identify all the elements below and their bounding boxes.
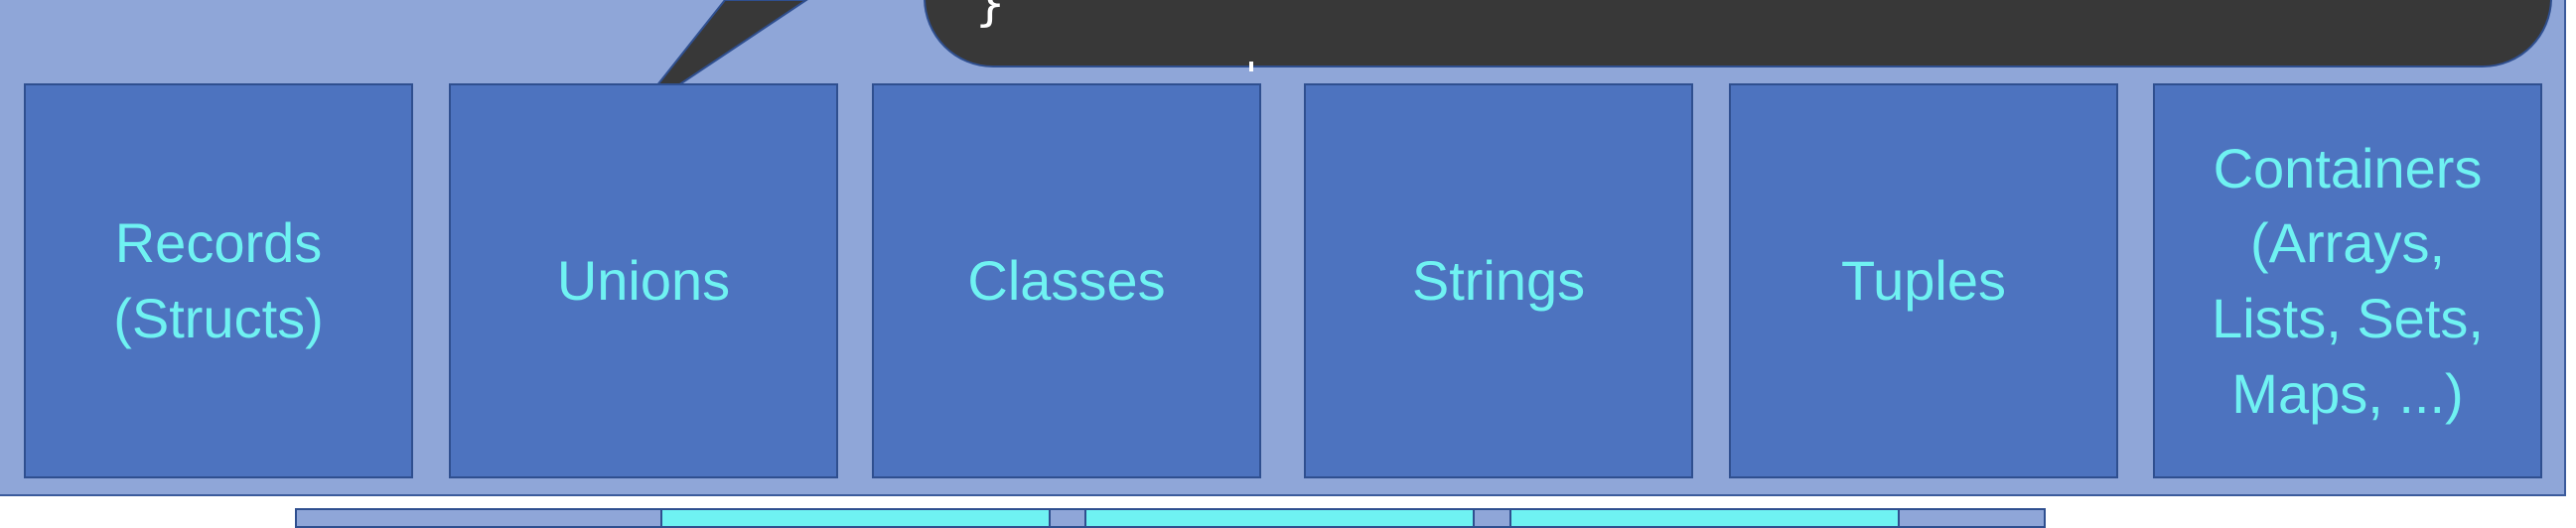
box-unions-label: Unions	[556, 249, 731, 313]
cursor-mark	[1249, 62, 1253, 71]
box-containers-label: Containers (Arrays, Lists, Sets, Maps, .…	[2212, 136, 2484, 425]
box-tuples-label: Tuples	[1840, 249, 2006, 313]
box-records: Records (Structs)	[24, 83, 413, 478]
code-closing-brace: }	[975, 0, 1006, 32]
lower-box	[660, 508, 1051, 528]
box-classes-label: Classes	[967, 249, 1166, 313]
box-records-label: Records (Structs)	[113, 211, 324, 349]
code-speech-bubble	[924, 0, 2552, 67]
box-strings-label: Strings	[1411, 249, 1586, 313]
box-strings: Strings	[1304, 83, 1693, 478]
box-tuples: Tuples	[1729, 83, 2118, 478]
lower-box	[1084, 508, 1475, 528]
box-unions: Unions	[449, 83, 838, 478]
lower-box	[1509, 508, 1900, 528]
box-classes: Classes	[872, 83, 1261, 478]
box-containers: Containers (Arrays, Lists, Sets, Maps, .…	[2153, 83, 2542, 478]
